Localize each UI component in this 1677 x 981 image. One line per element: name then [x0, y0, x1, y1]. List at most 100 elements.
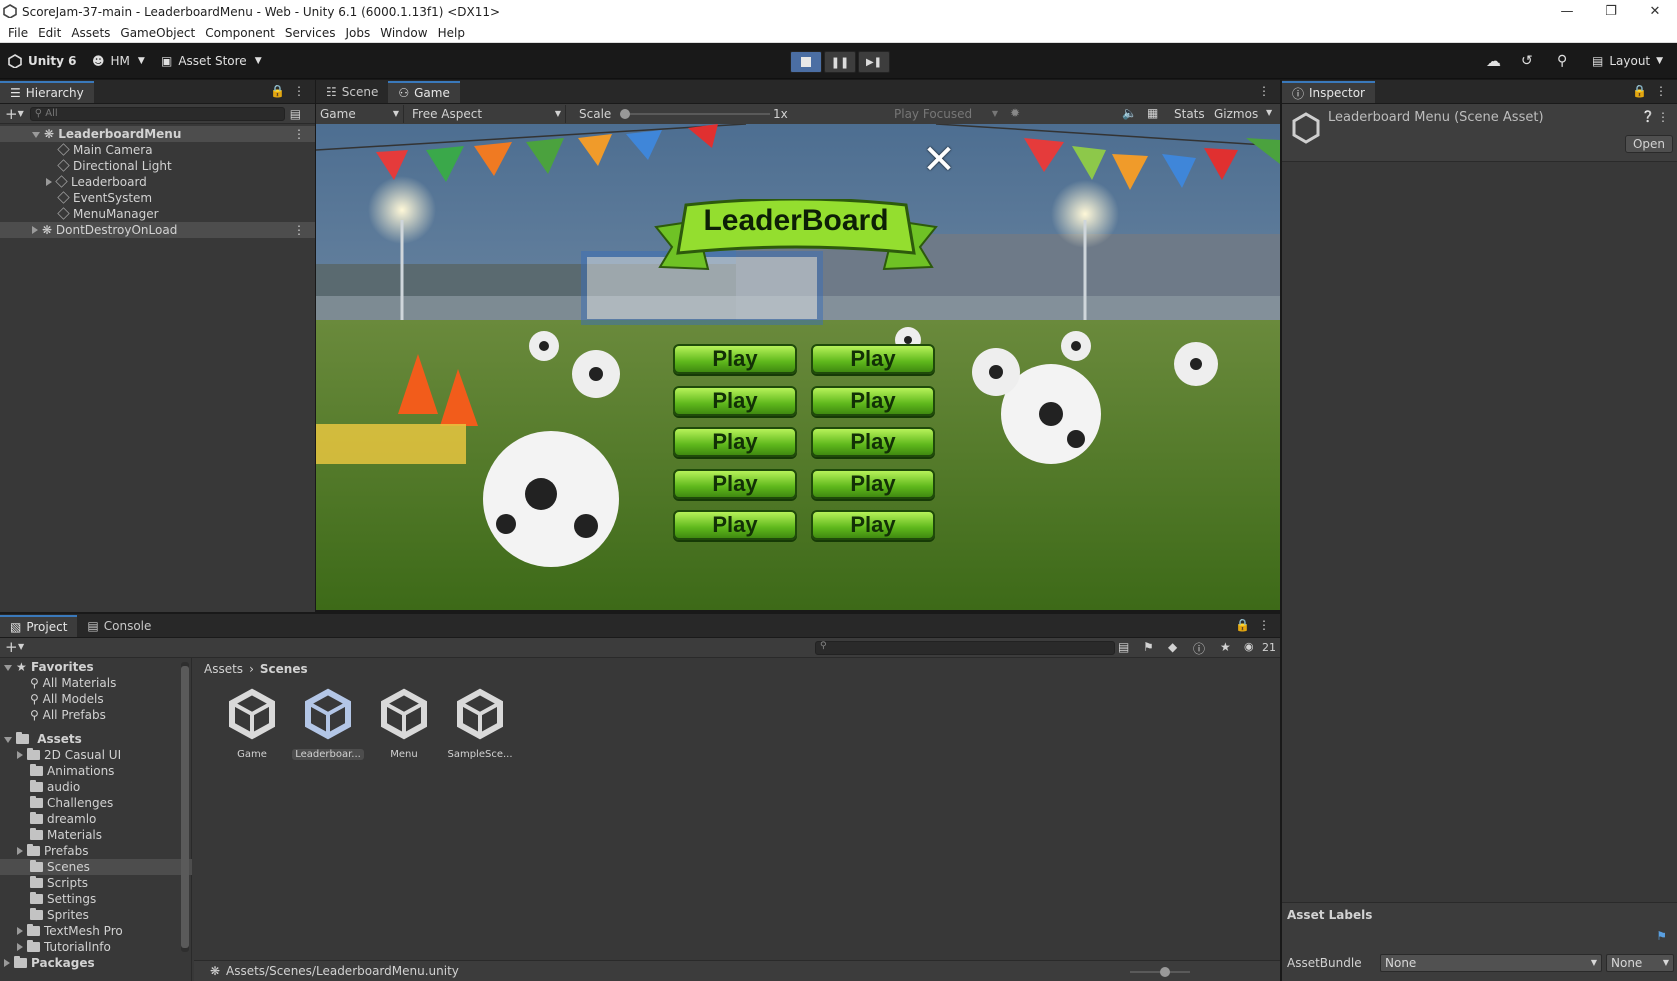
menu-help[interactable]: Help — [436, 26, 467, 40]
search-by-type-icon[interactable]: ▤ — [1118, 640, 1129, 654]
folder-animations[interactable]: Animations — [0, 763, 114, 779]
chevron-down-icon[interactable]: ▼ — [1266, 108, 1272, 117]
folder-tutorialinfo[interactable]: TutorialInfo — [0, 939, 111, 955]
expand-arrow-icon[interactable] — [4, 959, 10, 967]
more-icon[interactable]: ⋮ — [1258, 84, 1270, 98]
favorite-all-prefabs[interactable]: ⚲ All Prefabs — [0, 707, 106, 723]
help-icon[interactable]: ❔ — [1641, 110, 1655, 123]
play-button-6[interactable]: Play — [811, 427, 935, 457]
scale-slider-handle[interactable] — [620, 109, 630, 119]
menu-window[interactable]: Window — [378, 26, 429, 40]
more-icon[interactable]: ⋮ — [293, 126, 305, 142]
more-icon[interactable]: ⋮ — [293, 84, 305, 98]
asset-menu-scene[interactable]: Menu — [368, 688, 440, 760]
expand-arrow-icon[interactable] — [17, 847, 23, 855]
breadcrumb-assets[interactable]: Assets — [204, 662, 243, 676]
hierarchy-search-input[interactable]: ⚲ All — [29, 106, 285, 121]
packages-root[interactable]: Packages — [0, 955, 95, 971]
close-window-icon[interactable]: ✕ — [1633, 0, 1677, 23]
history-icon[interactable]: ↺ — [1521, 51, 1533, 71]
tag-icon[interactable]: ⚑ — [1656, 929, 1667, 943]
folder-tree-scrollbar[interactable] — [181, 662, 189, 952]
aspect-dropdown[interactable]: Free Aspect ▼ — [410, 105, 566, 123]
play-button-9[interactable]: Play — [673, 510, 797, 540]
menu-services[interactable]: Services — [283, 26, 338, 40]
tree-item-leaderboardmenu[interactable]: ❋ LeaderboardMenu ⋮ — [0, 126, 315, 142]
minimize-icon[interactable]: — — [1545, 0, 1589, 23]
lock-icon[interactable]: 🔒 — [1235, 618, 1250, 632]
keyboard-icon[interactable]: ▦ — [1147, 106, 1158, 120]
more-icon[interactable]: ⋮ — [1657, 110, 1669, 124]
menu-jobs[interactable]: Jobs — [344, 26, 373, 40]
add-icon[interactable]: + — [5, 105, 18, 123]
asset-samplescene[interactable]: SampleSce... — [444, 688, 516, 760]
stop-button[interactable] — [790, 51, 822, 73]
unity-version-button[interactable]: Unity 6 — [8, 51, 77, 71]
tree-item-leaderboard[interactable]: Leaderboard — [0, 174, 147, 190]
asset-game-scene[interactable]: Game — [216, 688, 288, 760]
star-icon[interactable]: ★ — [1220, 640, 1231, 654]
menu-edit[interactable]: Edit — [36, 26, 63, 40]
folder-scenes[interactable]: Scenes — [0, 859, 192, 875]
play-button-7[interactable]: Play — [673, 469, 797, 499]
restore-icon[interactable]: ❐ — [1589, 0, 1633, 23]
expand-arrow-icon[interactable] — [17, 751, 23, 759]
play-button-10[interactable]: Play — [811, 510, 935, 540]
play-button-2[interactable]: Play — [811, 344, 935, 374]
asset-variant-dropdown[interactable]: None ▼ — [1606, 954, 1674, 972]
display-dropdown[interactable]: Game ▼ — [316, 105, 404, 123]
open-button[interactable]: Open — [1624, 135, 1673, 153]
tree-item-directional-light[interactable]: Directional Light — [0, 158, 172, 174]
gizmos-button[interactable]: Gizmos — [1214, 107, 1258, 121]
tab-console[interactable]: ▤ Console — [77, 615, 162, 637]
expand-arrow-icon[interactable] — [32, 132, 40, 138]
favorite-all-materials[interactable]: ⚲ All Materials — [0, 675, 116, 691]
bug-icon[interactable]: ✹ — [1010, 106, 1020, 120]
expand-arrow-icon[interactable] — [17, 943, 23, 951]
close-game-icon[interactable]: ✕ — [921, 140, 957, 180]
search-by-label-icon[interactable]: ⚑ — [1143, 640, 1154, 654]
search-icon[interactable]: ⚲ — [1557, 51, 1567, 71]
lock-icon[interactable]: 🔒 — [1632, 84, 1647, 98]
scrollbar-thumb[interactable] — [181, 666, 189, 948]
folder-materials[interactable]: Materials — [0, 827, 102, 843]
visibility-icon[interactable]: ◉ — [1244, 640, 1254, 653]
tab-scene[interactable]: ☷ Scene — [316, 81, 389, 103]
cloud-icon[interactable]: ☁ — [1486, 51, 1501, 71]
folder-sprites[interactable]: Sprites — [0, 907, 89, 923]
tab-game[interactable]: ⚇ Game — [388, 81, 460, 103]
stats-button[interactable]: Stats — [1174, 107, 1205, 121]
assets-root[interactable]: Assets — [0, 731, 82, 747]
folder-textmesh-pro[interactable]: TextMesh Pro — [0, 923, 123, 939]
tree-item-main-camera[interactable]: Main Camera — [0, 142, 153, 158]
info-circle-icon[interactable]: ⓘ — [1193, 640, 1205, 657]
folder-scripts[interactable]: Scripts — [0, 875, 88, 891]
more-icon[interactable]: ⋮ — [1258, 618, 1270, 632]
play-button-5[interactable]: Play — [673, 427, 797, 457]
menu-gameobject[interactable]: GameObject — [118, 26, 197, 40]
asset-bundle-dropdown[interactable]: None ▼ — [1380, 954, 1602, 972]
tree-item-menumanager[interactable]: MenuManager — [0, 206, 159, 222]
menu-file[interactable]: File — [6, 26, 30, 40]
play-button-1[interactable]: Play — [673, 344, 797, 374]
audio-icon[interactable]: 🔈 — [1122, 106, 1137, 120]
favorite-all-models[interactable]: ⚲ All Models — [0, 691, 104, 707]
icon-size-slider-handle[interactable] — [1160, 967, 1170, 977]
tag-icon[interactable]: ◆ — [1168, 640, 1177, 654]
more-icon[interactable]: ⋮ — [293, 222, 305, 238]
pause-button[interactable]: ❚❚ — [824, 51, 856, 73]
chevron-down-icon[interactable]: ▼ — [18, 109, 24, 118]
icon-size-slider[interactable] — [1130, 967, 1190, 977]
play-button-4[interactable]: Play — [811, 386, 935, 416]
folder-2d-casual-ui[interactable]: 2D Casual UI — [0, 747, 121, 763]
project-search-input[interactable]: ⚲ — [815, 641, 1115, 655]
expand-arrow-icon[interactable] — [17, 927, 23, 935]
play-button-3[interactable]: Play — [673, 386, 797, 416]
account-dropdown[interactable]: ☻ HM ▼ — [92, 51, 145, 71]
lock-icon[interactable]: 🔒 — [270, 84, 285, 98]
expand-arrow-icon[interactable] — [46, 178, 52, 186]
expand-arrow-icon[interactable] — [4, 737, 12, 743]
menu-component[interactable]: Component — [203, 26, 277, 40]
tab-project[interactable]: ▧ Project — [0, 615, 78, 637]
tree-item-dontdestroyonload[interactable]: ❋ DontDestroyOnLoad ⋮ — [0, 222, 315, 238]
